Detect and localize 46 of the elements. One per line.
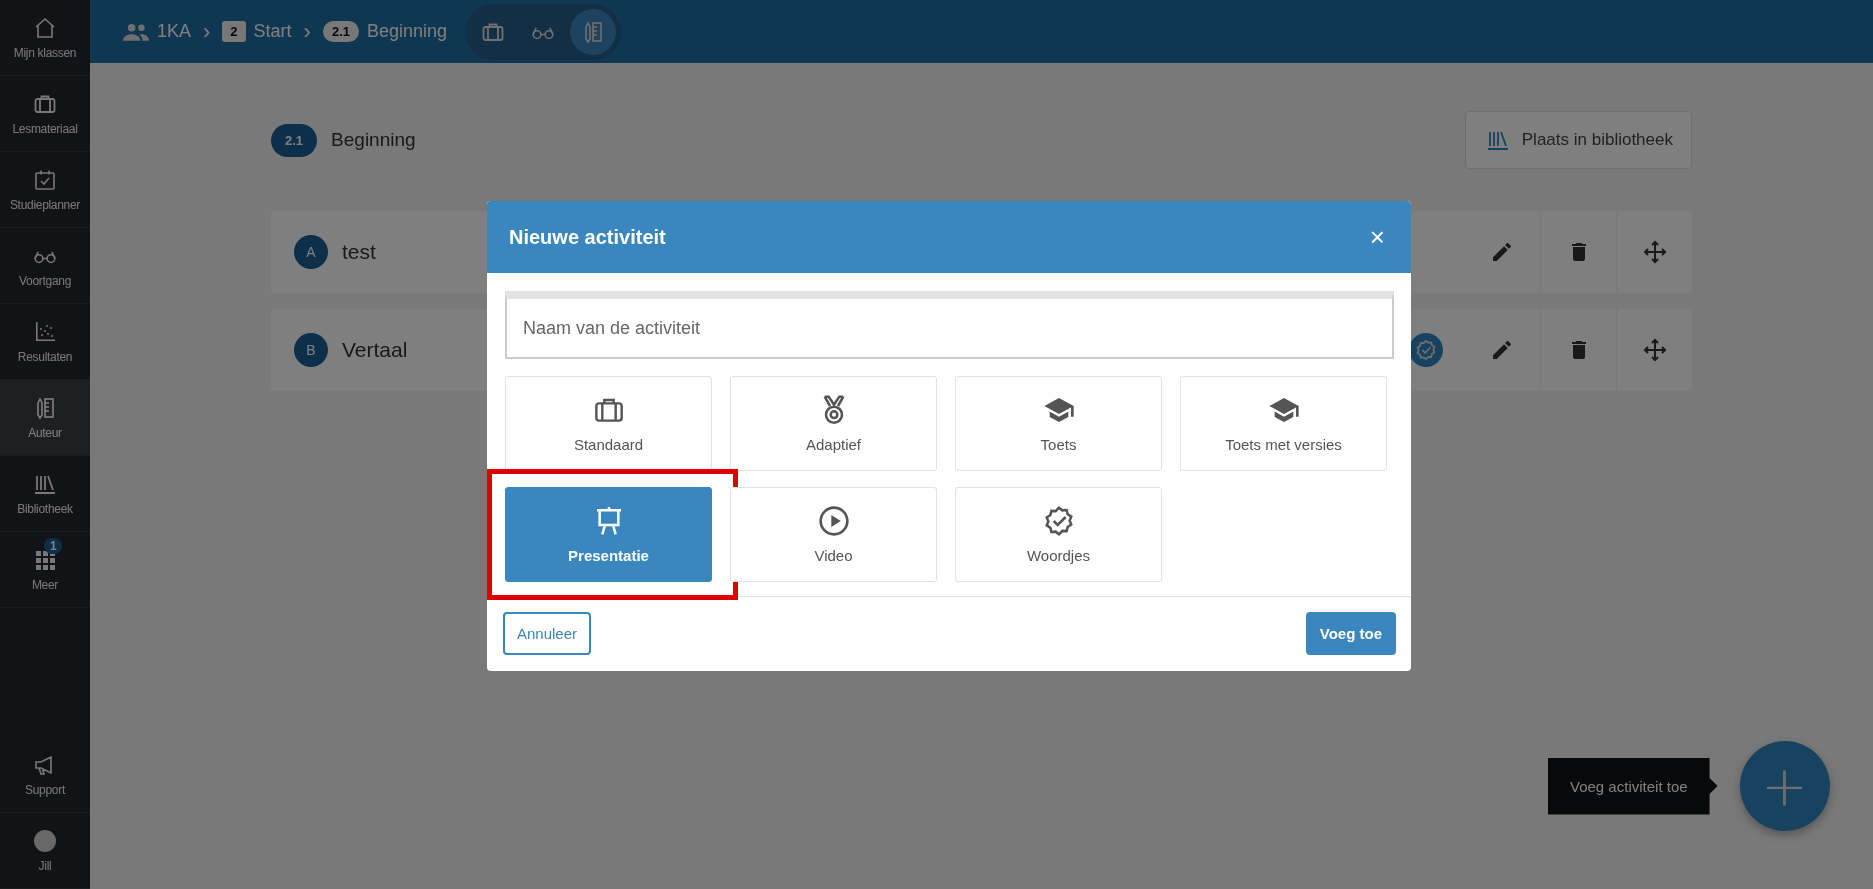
move-arrows-icon — [1642, 338, 1667, 362]
pencil-icon — [1490, 240, 1514, 264]
cancel-button[interactable]: Annuleer — [503, 612, 592, 655]
chapter-number: 2 — [222, 21, 246, 42]
dialog-title: Nieuwe activiteit — [509, 225, 666, 249]
add-button[interactable]: Voeg toe — [1305, 612, 1396, 655]
avatar-icon — [33, 828, 57, 853]
sidebar-item[interactable]: Bibliotheek — [0, 456, 90, 532]
notification-badge: 1 — [44, 538, 63, 554]
sidebar-item[interactable]: Auteur — [0, 380, 90, 456]
name-input-field[interactable]: Naam van de activiteit — [505, 291, 1394, 359]
activity-type-option[interactable]: Video — [730, 487, 937, 582]
breadcrumb-link[interactable]: Start — [253, 21, 292, 42]
activity-type-option[interactable]: Woordjes — [955, 487, 1162, 582]
house-icon — [33, 15, 57, 40]
breadcrumb-link[interactable]: 1KA — [157, 21, 192, 42]
badge-check-icon — [1042, 505, 1075, 537]
sidebar-item[interactable]: Voortgang — [0, 228, 90, 304]
activity-type-option[interactable]: Toets — [955, 376, 1162, 471]
page-title: Beginning — [331, 129, 417, 151]
close-button[interactable]: × — [1365, 221, 1389, 253]
section-number: 2.1 — [322, 21, 359, 42]
activity-letter: A — [294, 235, 328, 269]
sidebar-item[interactable]: Studieplanner — [0, 152, 90, 228]
pencil-icon — [1490, 338, 1514, 362]
view-toggle-button[interactable] — [570, 8, 617, 55]
activity-letter: B — [294, 333, 328, 367]
chevron-icon: › — [199, 18, 215, 45]
activity-type-option[interactable]: Adaptief — [730, 376, 937, 471]
play-icon — [817, 505, 850, 537]
people-icon — [123, 21, 149, 42]
move-arrows-icon — [1642, 240, 1667, 264]
scatter-plot-icon — [33, 319, 57, 344]
chevron-icon: › — [299, 18, 315, 45]
activity-type-option[interactable]: Standaard — [505, 376, 712, 471]
activity-type-option[interactable]: Toets met versies — [1180, 376, 1387, 471]
section-number: 2.1 — [271, 123, 318, 157]
badge-check-icon — [1415, 339, 1437, 361]
sidebar-item[interactable]: Support — [0, 737, 90, 813]
tooltip: Voeg activiteit toe — [1548, 757, 1718, 815]
sidebar-item[interactable]: Meer 1 — [0, 532, 90, 608]
activity-type-option[interactable]: Presentatie — [505, 487, 712, 582]
sidebar-item[interactable]: Lesmateriaal — [0, 76, 90, 152]
library-button[interactable]: Plaats in bibliotheek — [1464, 111, 1692, 169]
sidebar-item[interactable]: Jill — [0, 813, 90, 889]
breadcrumb-link[interactable]: Beginning — [367, 21, 448, 42]
